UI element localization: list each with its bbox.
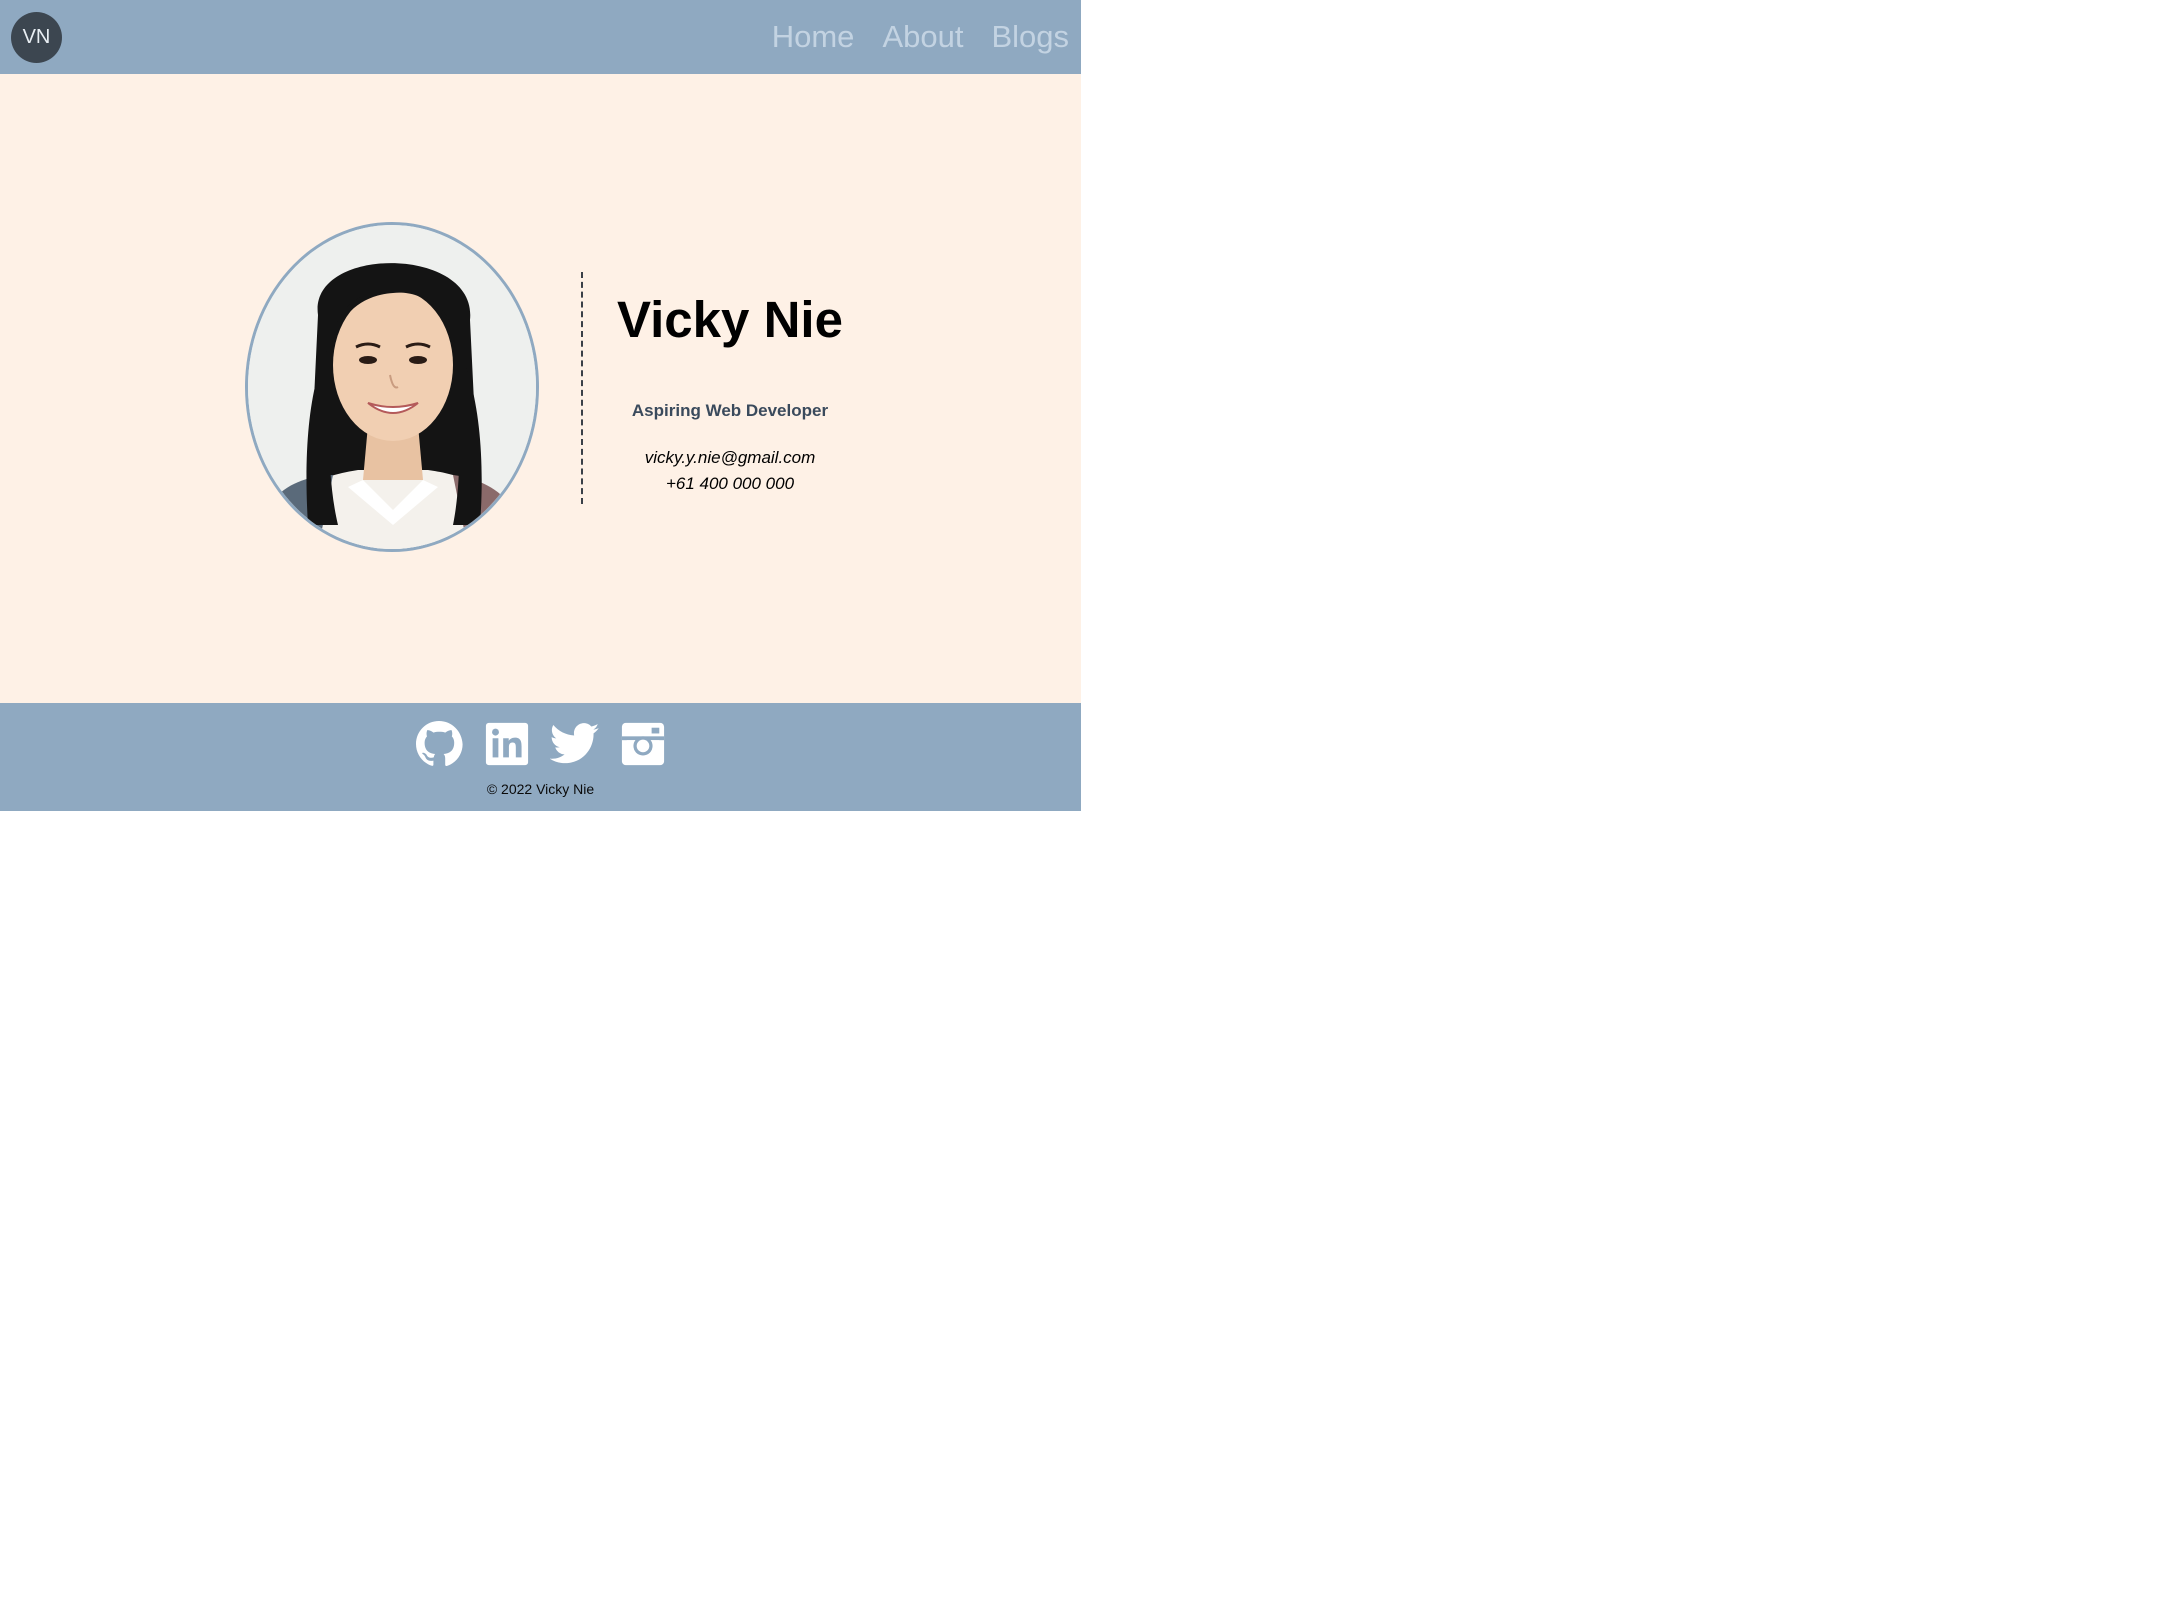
twitter-icon[interactable] [549, 719, 600, 769]
contact-email[interactable]: vicky.y.nie@gmail.com [600, 445, 860, 471]
nav-blogs-link[interactable]: Blogs [991, 19, 1069, 55]
profile-section: Vicky Nie Aspiring Web Developer vicky.y… [0, 74, 1081, 703]
social-links [0, 719, 1081, 769]
nav-home-link[interactable]: Home [772, 19, 855, 55]
linkedin-icon[interactable] [482, 719, 532, 769]
contact-details: vicky.y.nie@gmail.com +61 400 000 000 [600, 445, 860, 497]
site-logo[interactable]: VN [11, 12, 62, 63]
site-header: VN Home About Blogs [0, 0, 1081, 74]
site-footer: © 2022 Vicky Nie [0, 703, 1081, 811]
nav-about-link[interactable]: About [882, 19, 963, 55]
dashed-divider [581, 272, 583, 504]
main-nav: Home About Blogs [772, 0, 1069, 74]
github-icon[interactable] [414, 719, 464, 769]
copyright-text: © 2022 Vicky Nie [486, 781, 595, 797]
portrait-illustration [248, 225, 536, 549]
profile-role: Aspiring Web Developer [631, 401, 829, 420]
instagram-icon[interactable] [618, 719, 668, 769]
contact-phone[interactable]: +61 400 000 000 [600, 471, 860, 497]
profile-photo [245, 222, 539, 552]
profile-name: Vicky Nie [617, 291, 843, 348]
profile-info: Vicky Nie Aspiring Web Developer vicky.y… [600, 294, 860, 497]
page: VN Home About Blogs Vicky Nie Aspiring W… [0, 0, 1081, 811]
